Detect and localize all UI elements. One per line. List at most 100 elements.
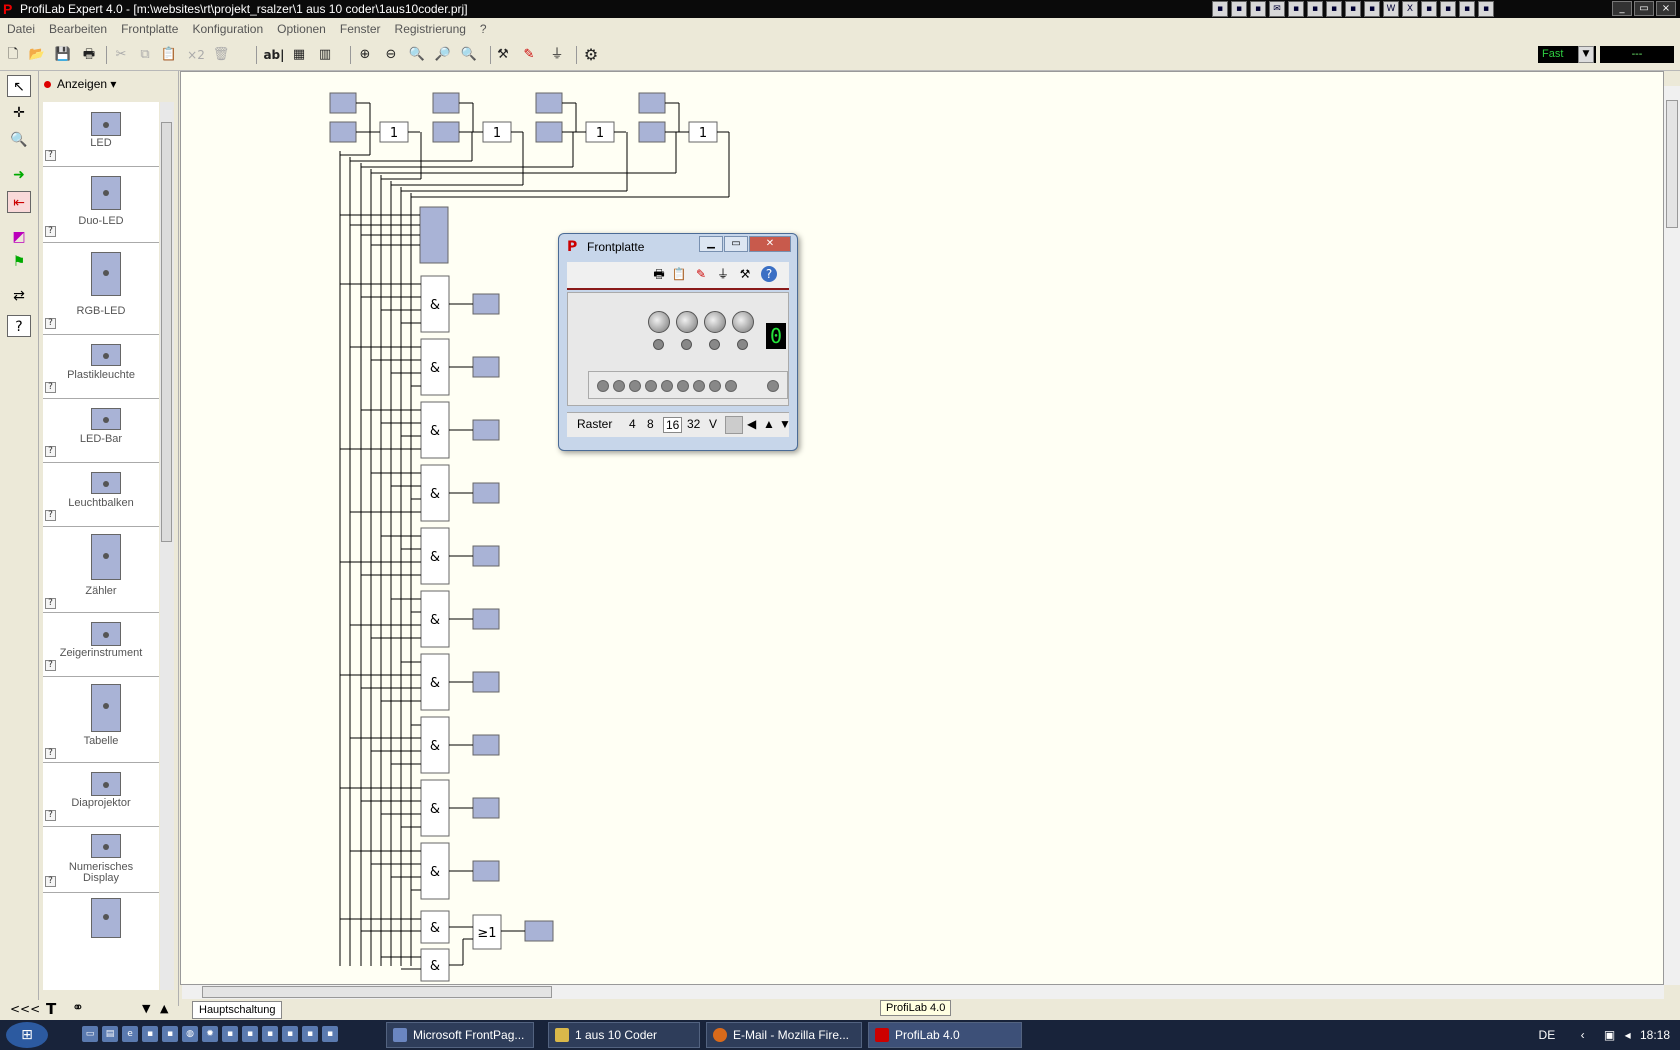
scrollbar-thumb[interactable] (161, 122, 172, 542)
library-item-leuchtbalken[interactable]: Leuchtbalken ? (43, 462, 159, 527)
app-icon[interactable]: ▪ (282, 1026, 298, 1042)
print-icon[interactable]: 🖶 (80, 46, 98, 64)
tray-icon[interactable]: ▪ (1212, 1, 1228, 17)
zoom-all-icon[interactable]: 🔍 (460, 46, 478, 64)
app-icon[interactable]: ▪ (302, 1026, 318, 1042)
library-scrollbar[interactable] (160, 102, 174, 990)
library-item-zaehler[interactable]: Zähler ? (43, 526, 159, 613)
tray-icon[interactable]: ▪ (1459, 1, 1475, 17)
color-palette-icon[interactable]: ◩ (7, 226, 31, 248)
volume-icon[interactable]: ◂ (1625, 1028, 1631, 1042)
menu-registrierung[interactable]: Registrierung (388, 18, 473, 40)
wire-icon[interactable]: ✎ (693, 266, 709, 282)
help-icon[interactable]: ? (45, 226, 56, 237)
tray-icon[interactable]: ▪ (1345, 1, 1361, 17)
arrow-down-icon[interactable]: ▼ (779, 417, 791, 431)
library-item-diaprojektor[interactable]: Diaprojektor ? (43, 762, 159, 827)
app-icon[interactable]: ▪ (262, 1026, 278, 1042)
pointer-tool-icon[interactable]: ↖ (7, 75, 31, 97)
transfer-icon[interactable]: ⇄ (7, 285, 31, 307)
schematic-canvas[interactable]: 1 1 1 1 & & & & & & & & & & & & ≥1 (180, 71, 1664, 985)
help-icon[interactable]: ? (45, 598, 56, 609)
app-icon[interactable]: ▪ (242, 1026, 258, 1042)
settings-gear-icon[interactable]: ⚙ (582, 46, 600, 64)
stop-arrow-icon[interactable]: ⇤ (7, 191, 31, 213)
raster-option-4[interactable]: 4 (629, 417, 636, 431)
zoom-in-icon[interactable]: ⊕ (356, 46, 374, 64)
network-icon[interactable]: ▣ (1604, 1028, 1615, 1042)
delete-icon[interactable]: 🗑 (212, 46, 230, 64)
app-icon[interactable]: ▪ (322, 1026, 338, 1042)
cut-icon[interactable]: ✂ (112, 46, 130, 64)
binoculars-icon[interactable]: ⚭ (72, 1000, 84, 1016)
tray-icon[interactable]: ▪ (1440, 1, 1456, 17)
paste-icon[interactable]: 📋 (160, 46, 178, 64)
tray-icon[interactable]: ▪ (1326, 1, 1342, 17)
scrollbar-thumb[interactable] (202, 986, 552, 998)
library-item-duo-led[interactable]: Duo-LED ? (43, 166, 159, 243)
restore-button[interactable]: ▭ (1634, 1, 1654, 16)
firefox-icon[interactable]: ◍ (182, 1026, 198, 1042)
app-icon[interactable]: ▪ (142, 1026, 158, 1042)
task-frontpage[interactable]: Microsoft FrontPag... (386, 1022, 534, 1048)
library-item-zeigerinstrument[interactable]: Zeigerinstrument ? (43, 612, 159, 677)
app-icon[interactable]: ✹ (202, 1026, 218, 1042)
app-icon[interactable]: ▪ (222, 1026, 238, 1042)
help-icon[interactable]: ? (45, 446, 56, 457)
language-indicator[interactable]: DE (1539, 1028, 1556, 1042)
menu-datei[interactable]: Datei (0, 18, 42, 40)
menu-bearbeiten[interactable]: Bearbeiten (42, 18, 114, 40)
ie-icon[interactable]: e (122, 1026, 138, 1042)
help-icon[interactable]: ? (45, 382, 56, 393)
tray-icon[interactable]: ▪ (1250, 1, 1266, 17)
canvas-horizontal-scrollbar[interactable] (182, 985, 1664, 999)
color-swatch[interactable] (725, 416, 743, 434)
app-icon[interactable]: ▪ (162, 1026, 178, 1042)
toggle-switch-s1[interactable] (648, 311, 670, 333)
category-dropdown[interactable]: Anzeigen ▾ (44, 77, 116, 91)
help-icon[interactable]: ? (761, 266, 777, 282)
menu-frontplatte[interactable]: Frontplatte (114, 18, 185, 40)
tray-expand-icon[interactable]: ‹ (1581, 1028, 1585, 1042)
chevron-down-icon[interactable]: ▼ (1578, 46, 1594, 63)
close-button[interactable]: ✕ (749, 236, 791, 252)
word-icon[interactable]: W (1383, 1, 1399, 17)
scrollbar-thumb[interactable] (1666, 100, 1678, 228)
library-item-rgb-led[interactable]: RGB-LED ? (43, 242, 159, 335)
help-icon[interactable]: ? (45, 660, 56, 671)
minimize-button[interactable]: _ (1612, 1, 1632, 16)
tray-icon[interactable]: ▪ (1364, 1, 1380, 17)
zoom-tool-icon[interactable]: 🔍 (7, 129, 31, 151)
help-icon[interactable]: ? (45, 318, 56, 329)
tray-icon[interactable]: ▪ (1307, 1, 1323, 17)
new-file-icon[interactable]: 🗋 (4, 46, 22, 64)
arrow-up-icon[interactable]: ▲ (763, 417, 775, 431)
excel-icon[interactable]: X (1402, 1, 1418, 17)
menu-fenster[interactable]: Fenster (333, 18, 388, 40)
raster-option-32[interactable]: 32 (687, 417, 700, 431)
tray-icon[interactable]: ▪ (1288, 1, 1304, 17)
library-item-led[interactable]: LED ? (43, 102, 159, 167)
toggle-switch-s2[interactable] (676, 311, 698, 333)
tray-icon[interactable]: ▪ (1478, 1, 1494, 17)
zoom-window-icon[interactable]: 🔎 (434, 46, 452, 64)
open-folder-icon[interactable]: 📂 (28, 46, 46, 64)
library-item-tabelle[interactable]: Tabelle ? (43, 676, 159, 763)
copy-icon[interactable]: ⧉ (136, 46, 154, 64)
task-firefox-mail[interactable]: E-Mail - Mozilla Fire... (706, 1022, 862, 1048)
wire-icon[interactable]: ✎ (520, 46, 538, 64)
library-item-numerisches-display[interactable]: Numerisches Display ? (43, 826, 159, 893)
run-arrow-icon[interactable]: ➜ (7, 164, 31, 186)
tray-icon[interactable]: ▪ (1231, 1, 1247, 17)
crosshair-tool-icon[interactable]: ✛ (7, 102, 31, 124)
library-item-led-bar[interactable]: LED-Bar ? (43, 398, 159, 463)
raster-option-16[interactable]: 16 (663, 417, 683, 433)
schematic-drawing[interactable]: 1 1 1 1 & & & & & & & & & & & & ≥1 (181, 72, 1664, 985)
help-icon[interactable]: ? (45, 876, 56, 887)
help-icon[interactable]: ? (45, 150, 56, 161)
save-icon[interactable]: 💾 (54, 46, 72, 64)
menu-konfiguration[interactable]: Konfiguration (185, 18, 270, 40)
tab-hauptschaltung[interactable]: Hauptschaltung (192, 1001, 283, 1019)
start-button[interactable]: ⊞ (6, 1022, 48, 1048)
toggle-switch-s3[interactable] (704, 311, 726, 333)
